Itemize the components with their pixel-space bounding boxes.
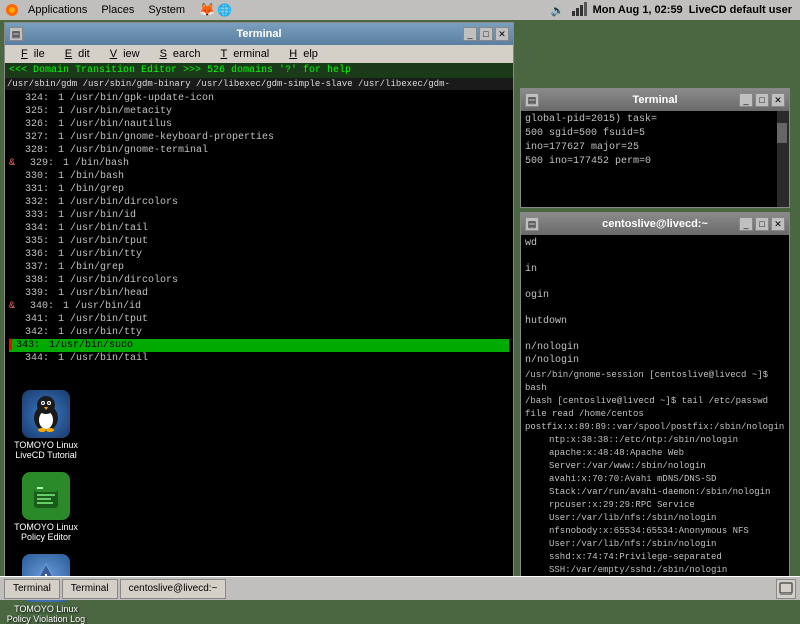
close-btn[interactable]: ✕ [495, 27, 509, 41]
menu-applications[interactable]: Applications [22, 4, 93, 16]
sidebar-item-editor[interactable]: TOMOYO LinuxPolicy Editor [6, 472, 86, 542]
terminal-menu-btn[interactable]: ▤ [9, 27, 23, 41]
clock: Mon Aug 1, 02:59 [593, 4, 683, 16]
third-terminal-titlebar: ▤ centoslive@livecd:~ _ □ ✕ [521, 213, 789, 235]
second-minimize-btn[interactable]: _ [739, 93, 753, 107]
taskbar-show-desktop[interactable] [776, 579, 796, 599]
term-line-344: 344: 1 /usr/bin/tail [9, 352, 509, 365]
second-close-btn[interactable]: ✕ [771, 93, 785, 107]
third-terminal-menu-btn[interactable]: ▤ [525, 217, 539, 231]
term-line-324: 324: 1 /usr/bin/gpk-update-icon [9, 92, 509, 105]
term-line-337: 337: 1 /bin/grep [9, 261, 509, 274]
second-terminal-menu-btn[interactable]: ▤ [525, 93, 539, 107]
term3-bottom-area: /usr/bin/gnome-session [centoslive@livec… [525, 369, 785, 581]
second-maximize-btn[interactable]: □ [755, 93, 769, 107]
term-line-334: 334: 1 /usr/bin/tail [9, 222, 509, 235]
term-line-336: 336: 1 /usr/bin/tty [9, 248, 509, 261]
term3-line-3: in [525, 263, 785, 276]
network-status-icon[interactable] [571, 1, 587, 20]
second-terminal-titlebar: ▤ Terminal _ □ ✕ [521, 89, 789, 111]
main-terminal-titlebar: ▤ Terminal _ □ ✕ [5, 23, 513, 45]
user-label: LiveCD default user [689, 4, 792, 16]
second-terminal-window: ▤ Terminal _ □ ✕ global-pid=2015) task= … [520, 88, 790, 208]
term3-line-1: wd [525, 237, 785, 250]
term-line-338: 338: 1 /usr/bin/dircolors [9, 274, 509, 287]
term-line-330: 330: 1 /bin/bash [9, 170, 509, 183]
path-bar: /usr/sbin/gdm /usr/sbin/gdm-binary /usr/… [5, 78, 513, 90]
term-line-325: 325: 1 /usr/bin/metacity [9, 105, 509, 118]
term3-line-6 [525, 302, 785, 315]
term3-line-7: hutdown [525, 315, 785, 328]
third-maximize-btn[interactable]: □ [755, 217, 769, 231]
menu-system[interactable]: System [142, 4, 191, 16]
term-line-332: 332: 1 /usr/bin/dircolors [9, 196, 509, 209]
menu-file[interactable]: File [9, 48, 51, 60]
third-terminal-content[interactable]: wd in ogin hutdown n/nologin n/nologin /… [521, 235, 789, 581]
term-line-340: & 340: 1 /usr/bin/id [9, 300, 509, 313]
network-icon[interactable]: 🌐 [217, 3, 232, 17]
menu-view[interactable]: View [98, 48, 146, 60]
term3-line-4 [525, 276, 785, 289]
tutorial-label: TOMOYO LinuxLiveCD Tutorial [14, 440, 78, 460]
term2-line-1: global-pid=2015) task= [525, 113, 785, 127]
term2-line-3: ino=177627 major=25 [525, 141, 785, 155]
menu-help[interactable]: Help [277, 48, 324, 60]
menu-edit[interactable]: Edit [53, 48, 96, 60]
second-terminal-content[interactable]: global-pid=2015) task= 500 sgid=500 fsui… [521, 111, 789, 207]
third-close-btn[interactable]: ✕ [771, 217, 785, 231]
term-line-341: 341: 1 /usr/bin/tput [9, 313, 509, 326]
third-terminal-window: ▤ centoslive@livecd:~ _ □ ✕ wd in ogin h… [520, 212, 790, 582]
term-line-329: & 329: 1 /bin/bash [9, 157, 509, 170]
term3-line-2 [525, 250, 785, 263]
log-label: TOMOYO LinuxPolicy Violation Log [7, 604, 85, 624]
term-line-335: 335: 1 /usr/bin/tput [9, 235, 509, 248]
taskbar-terminal-1[interactable]: Terminal [4, 579, 60, 599]
system-topbar: Applications Places System 🦊 🌐 🔊 Mon Aug… [0, 0, 800, 20]
menu-terminal[interactable]: Terminal [208, 48, 275, 60]
editor-label: TOMOYO LinuxPolicy Editor [14, 522, 78, 542]
term2-line-4: 500 ino=177452 perm=0 [525, 155, 785, 169]
sidebar-item-tutorial[interactable]: TOMOYO LinuxLiveCD Tutorial [6, 390, 86, 460]
domain-bar: <<< Domain Transition Editor >>> 526 dom… [5, 63, 513, 78]
term2-line-2: 500 sgid=500 fsuid=5 [525, 127, 785, 141]
term3-line-5: ogin [525, 289, 785, 302]
term-line-327: 327: 1 /usr/bin/gnome-keyboard-propertie… [9, 131, 509, 144]
term-line-331: 331: 1 /bin/grep [9, 183, 509, 196]
tutorial-icon [22, 390, 70, 438]
term-line-333: 333: 1 /usr/bin/id [9, 209, 509, 222]
taskbar-terminal-2[interactable]: Terminal [62, 579, 118, 599]
minimize-btn[interactable]: _ [463, 27, 477, 41]
term-line-326: 326: 1 /usr/bin/nautilus [9, 118, 509, 131]
firefox-icon[interactable]: 🦊 [199, 2, 215, 18]
term3-line-8 [525, 328, 785, 341]
term-line-339: 339: 1 /usr/bin/head [9, 287, 509, 300]
taskbar: Terminal Terminal centoslive@livecd:~ [0, 576, 800, 600]
term3-line-10: n/nologin [525, 354, 785, 367]
volume-icon[interactable]: 🔊 [551, 4, 565, 17]
menu-search[interactable]: Search [148, 48, 207, 60]
system-logo [4, 2, 20, 18]
menu-places[interactable]: Places [95, 4, 140, 16]
main-terminal-menubar: File Edit View Search Terminal Help [5, 45, 513, 63]
term-line-342: 342: 1 /usr/bin/tty [9, 326, 509, 339]
main-terminal-title: Terminal [9, 28, 509, 40]
term-line-343: ▌ 343: 1 /usr/bin/sudo [9, 339, 509, 352]
taskbar-centoslive[interactable]: centoslive@livecd:~ [120, 579, 227, 599]
term3-line-9: n/nologin [525, 341, 785, 354]
editor-icon [22, 472, 70, 520]
term-line-328: 328: 1 /usr/bin/gnome-terminal [9, 144, 509, 157]
third-minimize-btn[interactable]: _ [739, 217, 753, 231]
maximize-btn[interactable]: □ [479, 27, 493, 41]
